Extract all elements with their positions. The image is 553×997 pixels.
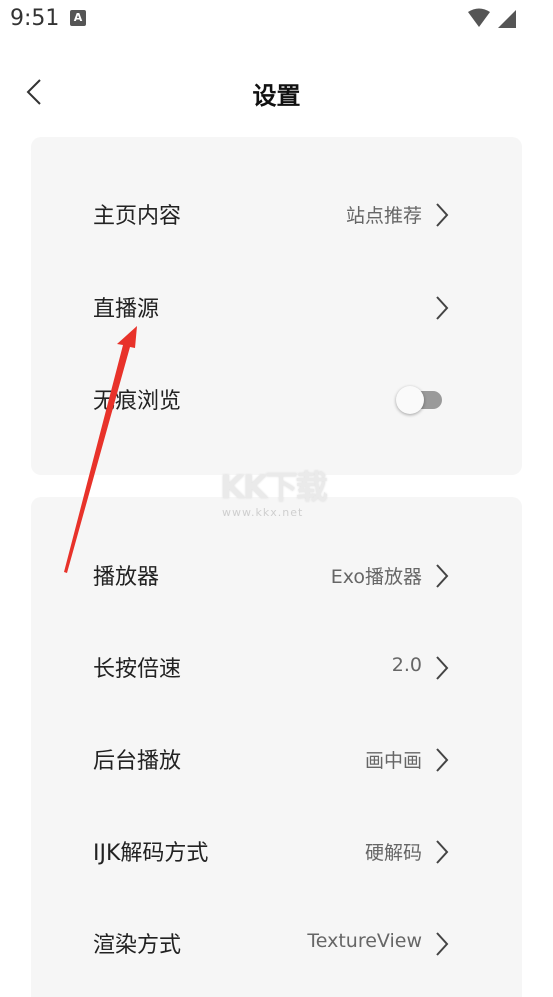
settings-group-general: 主页内容 站点推荐 直播源 无痕浏览 [31, 137, 522, 475]
status-icons [467, 8, 519, 34]
row-incognito-browsing: 无痕浏览 [31, 369, 522, 429]
row-label: 渲染方式 [93, 933, 182, 958]
row-value: TextureView [307, 930, 422, 952]
row-value: Exo播放器 [330, 566, 422, 588]
status-time: 9:51 [10, 6, 60, 31]
row-value: 画中画 [364, 750, 422, 772]
page-title: 设置 [252, 82, 301, 110]
row-label: 长按倍速 [93, 657, 182, 682]
row-label: 后台播放 [93, 749, 182, 774]
row-player[interactable]: 播放器 Exo播放器 [31, 545, 522, 605]
row-value: 硬解码 [364, 842, 422, 864]
row-value: 2.0 [391, 654, 422, 676]
row-homepage-content[interactable]: 主页内容 站点推荐 [31, 184, 522, 244]
chevron-right-icon [436, 203, 449, 227]
chevron-right-icon [436, 564, 449, 588]
status-bar: 9:51 A [0, 0, 553, 40]
row-label: 播放器 [93, 565, 160, 590]
notification-icon: A [70, 10, 86, 26]
chevron-right-icon [436, 932, 449, 956]
row-long-press-speed[interactable]: 长按倍速 2.0 [31, 637, 522, 697]
row-render-mode[interactable]: 渲染方式 TextureView [31, 913, 522, 973]
chevron-right-icon [436, 840, 449, 864]
row-label: IJK解码方式 [93, 841, 209, 866]
row-label: 无痕浏览 [93, 389, 182, 414]
row-ijk-decode-mode[interactable]: IJK解码方式 硬解码 [31, 821, 522, 881]
toggle-knob [396, 386, 424, 414]
settings-group-player: 播放器 Exo播放器 长按倍速 2.0 后台播放 画中画 IJK解码方式 硬解码… [31, 497, 522, 997]
incognito-toggle[interactable] [396, 385, 444, 414]
wifi-signal-icon [468, 8, 516, 28]
row-label: 直播源 [93, 297, 160, 322]
chevron-right-icon [436, 296, 449, 320]
chevron-right-icon [436, 748, 449, 772]
row-value: 站点推荐 [345, 205, 422, 227]
row-label: 主页内容 [93, 204, 182, 229]
chevron-right-icon [436, 656, 449, 680]
row-background-play[interactable]: 后台播放 画中画 [31, 729, 522, 789]
row-live-source[interactable]: 直播源 [31, 277, 522, 337]
app-header: 设置 [0, 60, 553, 124]
